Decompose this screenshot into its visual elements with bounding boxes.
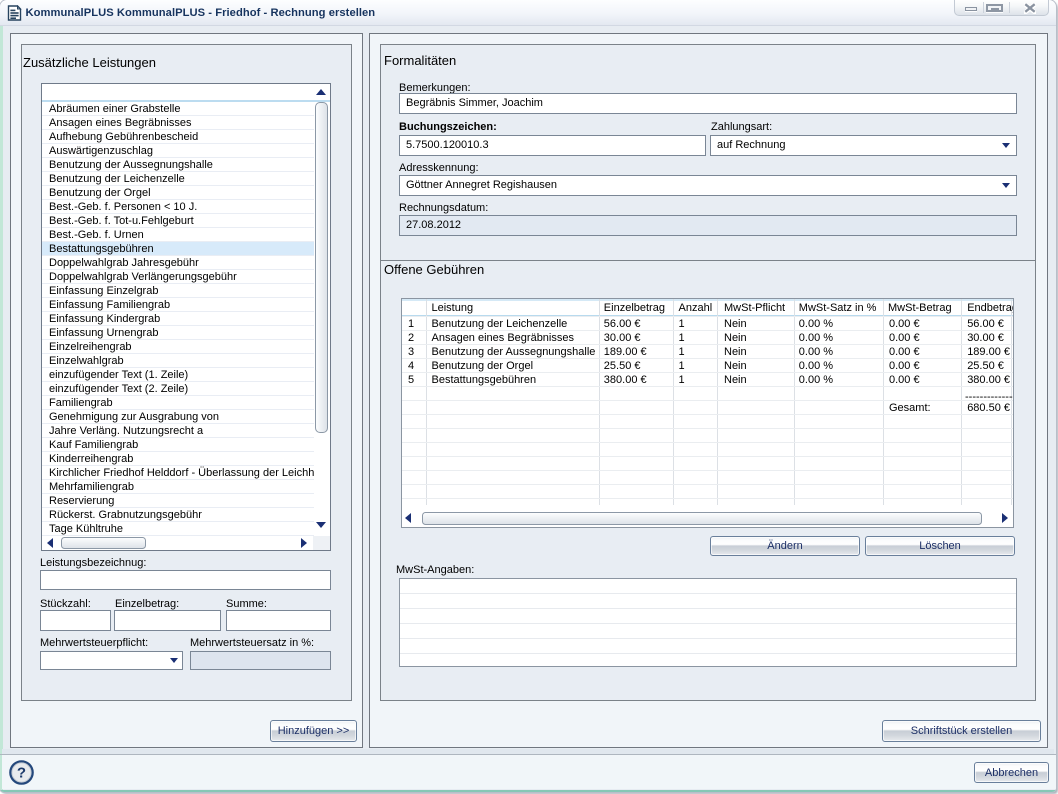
svg-text:?: ?	[17, 765, 26, 782]
